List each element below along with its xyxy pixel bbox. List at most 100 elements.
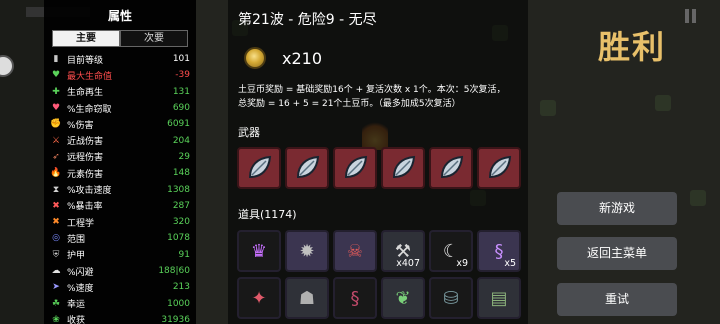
weapon-slot-5[interactable] xyxy=(429,147,473,189)
stat-row: ⧗ %攻击速度 1308 xyxy=(50,181,190,197)
stat-value: 188|60 xyxy=(158,266,190,276)
weapons-heading: 武器 xyxy=(238,126,260,139)
stat-row: ✖ 工程学 320 xyxy=(50,214,190,230)
weapon-slot-3[interactable] xyxy=(333,147,377,189)
stat-value: -39 xyxy=(175,70,190,81)
player-portrait-icon xyxy=(0,55,14,77)
stat-label: 近战伤害 xyxy=(67,137,104,148)
stat-value: 213 xyxy=(172,282,190,293)
stat-label: 范围 xyxy=(67,234,86,245)
tab-primary[interactable]: 主要 xyxy=(52,30,120,47)
harvest-icon: ❀ xyxy=(52,314,60,324)
coin-count: x210 xyxy=(282,49,323,68)
luck-icon: ☘ xyxy=(51,298,61,309)
new-game-button[interactable]: 新游戏 xyxy=(557,192,677,225)
leaf-blade-icon xyxy=(296,155,320,179)
speed-icon: ➤ xyxy=(52,282,60,293)
item-count: x5 xyxy=(504,258,516,269)
stat-value: 148 xyxy=(172,168,190,179)
stat-value: 31936 xyxy=(161,314,190,324)
item-slot[interactable]: ☗ xyxy=(285,277,329,319)
leaf-blade-icon xyxy=(488,155,512,179)
weapon-slot-4[interactable] xyxy=(381,147,425,189)
item-slot[interactable]: ♛ xyxy=(237,230,281,272)
tree-decoration xyxy=(540,100,556,116)
leaf-blade-icon xyxy=(248,155,272,179)
reward-line: 土豆币奖励 = 基础奖励16个 + 复活次数 x 1个。本次：5次复活， xyxy=(238,85,506,95)
stat-row: ⚔ 近战伤害 204 xyxy=(50,132,190,148)
items-row: ♛ ✹ ☠ ⚒ x407 ☾ x9 § x5 xyxy=(237,230,521,272)
item-slot[interactable]: ✹ xyxy=(285,230,329,272)
stat-value: 101 xyxy=(172,54,190,65)
stat-label: 远程伤害 xyxy=(67,153,104,164)
skull-item-icon: ☠ xyxy=(346,240,364,262)
item-slot[interactable]: ✦ xyxy=(237,277,281,319)
stat-value: 1000 xyxy=(167,298,190,309)
stat-label: %生命窃取 xyxy=(67,104,112,115)
range-icon: ◎ xyxy=(52,233,60,244)
stat-value: 131 xyxy=(172,86,190,97)
crown-item-icon: ♛ xyxy=(250,240,268,262)
item-slot[interactable]: ⛁ xyxy=(429,277,473,319)
stat-row: ☁ %闪避 188|60 xyxy=(50,263,191,279)
tentacle-item-icon: § xyxy=(494,240,504,262)
weapon-slot-6[interactable] xyxy=(477,147,521,189)
weapon-slot-2[interactable] xyxy=(285,147,329,189)
stat-label: 生命再生 xyxy=(67,88,104,99)
stat-row: ♥ %生命窃取 690 xyxy=(50,100,190,116)
stat-value: 6091 xyxy=(167,119,190,130)
weapon-slot-1[interactable] xyxy=(237,147,281,189)
leaf-blade-icon xyxy=(440,155,464,179)
item-slot[interactable]: ☠ xyxy=(333,230,377,272)
stat-value: 1308 xyxy=(167,184,190,195)
item-slot[interactable]: § xyxy=(333,277,377,319)
crit-icon: ✖ xyxy=(52,200,60,211)
item-slot[interactable]: ☾ x9 xyxy=(429,230,473,272)
items-heading: 道具(1174) xyxy=(238,208,297,221)
jar-item-icon: ⛁ xyxy=(443,287,459,309)
stat-row: ◎ 范围 1078 xyxy=(50,230,190,246)
stat-label: 护甲 xyxy=(67,251,86,262)
item-slot[interactable]: ❦ xyxy=(381,277,425,319)
stat-value: 287 xyxy=(172,200,190,211)
stat-row: ☘ 幸运 1000 xyxy=(50,295,190,311)
dodge-icon: ☁ xyxy=(51,266,61,276)
leaf-blade-icon xyxy=(392,155,416,179)
tab-secondary[interactable]: 次要 xyxy=(120,30,188,47)
level-icon: ▮ xyxy=(53,54,59,65)
stat-row: ▮ 目前等级 101 xyxy=(50,51,190,67)
items-row: ✦ ☗ § ❦ ⛁ ▤ xyxy=(237,277,521,319)
retry-button[interactable]: 重试 xyxy=(557,283,677,316)
stat-label: 元素伤害 xyxy=(67,169,104,180)
bird-item-icon: ✦ xyxy=(251,287,267,309)
tree-decoration xyxy=(655,95,671,111)
stat-row: ➶ 远程伤害 29 xyxy=(50,149,190,165)
attack-speed-icon: ⧗ xyxy=(52,184,60,195)
stats-title: 属性 xyxy=(107,9,132,23)
hud-left-edge xyxy=(0,0,90,324)
elemental-icon: 🔥 xyxy=(50,168,62,179)
stat-row: ✚ 生命再生 131 xyxy=(50,84,190,100)
stat-value: 29 xyxy=(178,151,190,162)
item-slot[interactable]: ⚒ x407 xyxy=(381,230,425,272)
heart-icon: ♥ xyxy=(51,70,61,81)
stat-label: 最大生命值 xyxy=(67,71,113,82)
main-menu-button[interactable]: 返回主菜单 xyxy=(557,237,677,270)
stat-row: ✖ %暴击率 287 xyxy=(50,198,190,214)
stat-label: %暴击率 xyxy=(67,202,103,213)
stat-list: ▮ 目前等级 101 ♥ 最大生命值 -39 ✚ 生命再生 131 ♥ %生命窃取 690 ✊ %伤害 60… xyxy=(50,51,190,324)
weapons-row xyxy=(237,147,521,189)
pause-icon[interactable] xyxy=(685,8,699,23)
stat-label: %速度 xyxy=(67,283,94,294)
item-slot[interactable]: ▤ xyxy=(477,277,521,319)
lifesteal-icon: ♥ xyxy=(51,103,61,114)
item-slot[interactable]: § x5 xyxy=(477,230,521,272)
stat-label: 工程学 xyxy=(67,218,95,229)
regen-icon: ✚ xyxy=(52,86,60,97)
stat-row: ♥ 最大生命值 -39 xyxy=(50,67,190,83)
victory-label: 胜利 xyxy=(598,28,667,66)
wave-title: 第21波 - 危险9 - 无尽 xyxy=(238,12,377,28)
reward-line: 总奖励 = 16 + 5 = 21个土豆币。（最多加成5次复活） xyxy=(238,99,461,109)
worm-item-icon: § xyxy=(350,287,360,309)
stats-panel: 属性 主要 次要 ▮ 目前等级 101 ♥ 最大生命值 -39 ✚ 生命再生 131 ♥ %生命窃取… xyxy=(44,0,196,324)
